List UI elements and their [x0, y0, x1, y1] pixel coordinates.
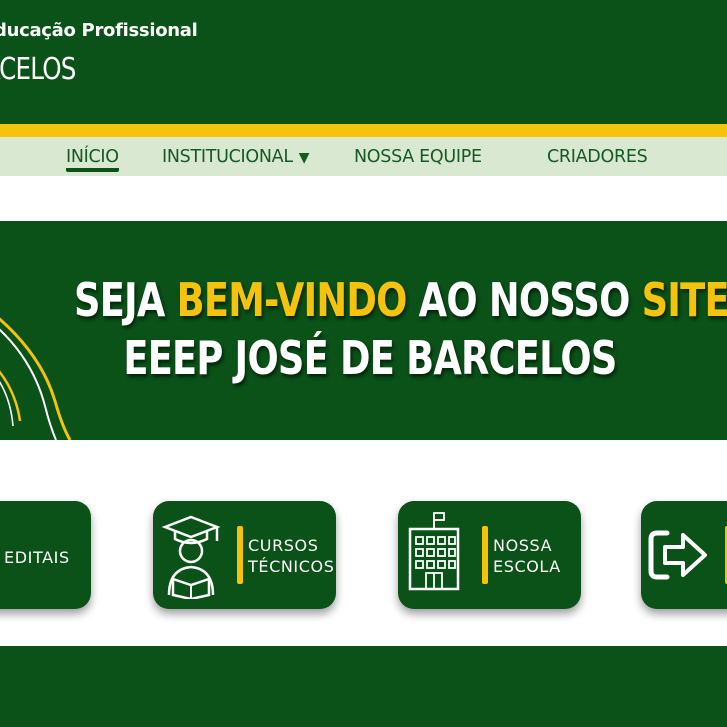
- graduate-reading-icon: [161, 515, 221, 599]
- card-accent-bar: [482, 526, 488, 584]
- card-editais-label: EDITAIS: [4, 548, 70, 567]
- school-building-icon: [408, 512, 460, 591]
- card-nossa-escola[interactable]: NOSSA ESCOLA: [398, 501, 581, 609]
- nav-item-inicio[interactable]: INÍCIO: [66, 147, 119, 172]
- welcome-banner: SEJA BEM-VINDO AO NOSSO SITE! EEEP JOSÉ …: [0, 221, 727, 440]
- card-accent-bar: [237, 526, 243, 584]
- banner-line-1: SEJA BEM-VINDO AO NOSSO SITE!: [74, 273, 727, 327]
- card-editais[interactable]: EDITAIS: [0, 501, 91, 609]
- nav-item-criadores[interactable]: CRIADORES: [547, 147, 648, 167]
- banner-line-2: EEEP JOSÉ DE BARCELOS: [123, 331, 617, 385]
- dropdown-caret-icon: ▼: [298, 150, 310, 166]
- card-cursos-tecnicos[interactable]: CURSOS TÉCNICOS: [153, 501, 336, 609]
- main-nav: INÍCIO INSTITUCIONAL ▼ NOSSA EQUIPE CRIAD…: [0, 137, 727, 176]
- footer-band: [0, 646, 727, 727]
- header-school-name: BARCELOS: [0, 52, 76, 87]
- header-accent-strip: [0, 124, 727, 137]
- login-arrow-icon: [648, 530, 707, 580]
- header-subtitle: Educação Profissional: [0, 20, 198, 41]
- card-login[interactable]: [641, 501, 727, 609]
- banner-title: SEJA BEM-VINDO AO NOSSO SITE! EEEP JOSÉ …: [74, 271, 727, 387]
- card-cursos-label: CURSOS TÉCNICOS: [248, 536, 335, 576]
- site-header: Educação Profissional BARCELOS: [0, 0, 727, 124]
- card-escola-label: NOSSA ESCOLA: [493, 536, 561, 576]
- nav-item-nossa-equipe[interactable]: NOSSA EQUIPE: [354, 147, 482, 167]
- nav-item-institucional[interactable]: INSTITUCIONAL ▼: [162, 147, 310, 167]
